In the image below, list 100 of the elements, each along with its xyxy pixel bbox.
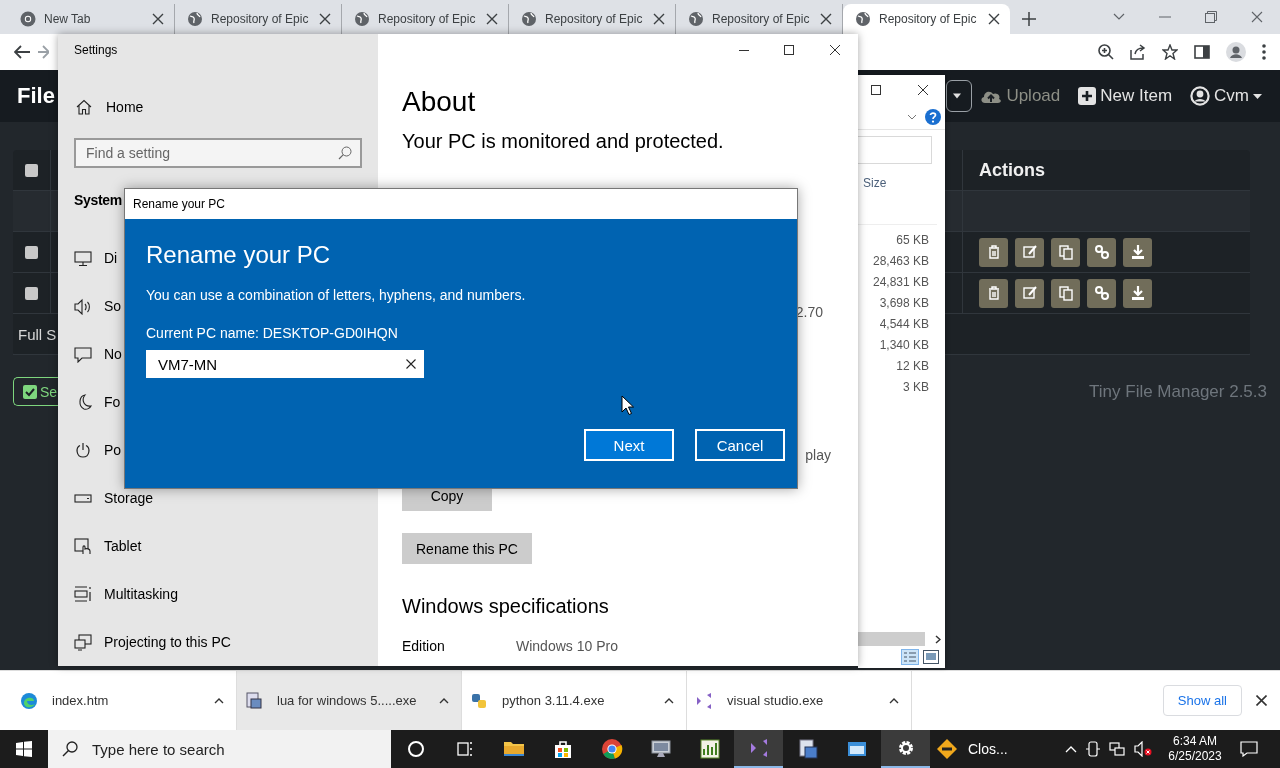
home-link[interactable]: Home bbox=[74, 86, 362, 128]
scroll-right-icon[interactable] bbox=[935, 634, 941, 644]
side-panel-icon[interactable] bbox=[1194, 45, 1210, 59]
action-button[interactable] bbox=[1015, 278, 1044, 308]
clock[interactable]: 6:34 AM 6/25/2023 bbox=[1165, 734, 1225, 764]
close-icon[interactable] bbox=[653, 13, 665, 25]
maximize-icon[interactable] bbox=[871, 85, 881, 95]
next-button[interactable]: Next bbox=[584, 429, 674, 461]
nav-link[interactable]: New Item bbox=[1078, 86, 1173, 106]
section-title: Windows specifications bbox=[402, 595, 610, 618]
action-button[interactable] bbox=[1051, 278, 1080, 308]
installer-icon bbox=[245, 691, 263, 710]
rename-button[interactable]: Rename this PC bbox=[402, 533, 532, 564]
close-icon[interactable] bbox=[152, 13, 164, 25]
checkbox[interactable] bbox=[25, 163, 38, 177]
help-icon[interactable] bbox=[925, 109, 941, 125]
close-icon[interactable] bbox=[820, 13, 832, 25]
windows-logo-icon[interactable] bbox=[16, 741, 32, 757]
settings-nav-item[interactable]: Tablet bbox=[74, 522, 142, 570]
settings-nav-item[interactable]: Po bbox=[74, 426, 122, 474]
description-text: You can use a combination of letters, hyphens, and numbers. bbox=[146, 287, 527, 303]
close-icon[interactable] bbox=[988, 13, 1000, 25]
close-icon[interactable] bbox=[917, 84, 929, 96]
file-size: 24,831 KB bbox=[871, 274, 929, 291]
network-icon[interactable] bbox=[1109, 741, 1125, 757]
maximize-icon[interactable] bbox=[784, 45, 794, 55]
close-icon[interactable] bbox=[486, 13, 498, 25]
zoom-icon[interactable] bbox=[1098, 44, 1114, 60]
action-button[interactable] bbox=[1087, 278, 1116, 308]
column-header: Actions bbox=[979, 159, 1045, 181]
restore-icon[interactable] bbox=[1205, 11, 1217, 23]
dropdown-button[interactable] bbox=[946, 80, 973, 112]
user-circle-icon bbox=[1190, 86, 1211, 106]
settings-nav-item[interactable]: Storage bbox=[74, 474, 154, 522]
caret-up-icon[interactable] bbox=[889, 697, 899, 704]
action-button[interactable] bbox=[1087, 237, 1116, 267]
nav-link[interactable]: Cvm bbox=[1190, 86, 1262, 106]
caret-up-icon[interactable] bbox=[439, 697, 449, 704]
plus-icon[interactable] bbox=[1022, 12, 1036, 26]
checkbox[interactable] bbox=[25, 286, 38, 300]
volume-muted-icon[interactable] bbox=[1134, 741, 1152, 757]
chart-icon bbox=[698, 738, 721, 760]
action-button[interactable] bbox=[1015, 237, 1044, 267]
scrollbar-thumb[interactable] bbox=[858, 632, 925, 646]
back-arrow-icon[interactable] bbox=[14, 45, 30, 59]
monitor-icon bbox=[649, 738, 672, 760]
search-field[interactable]: Find a setting bbox=[74, 138, 362, 168]
caret-up-icon[interactable] bbox=[664, 697, 674, 704]
action-button[interactable] bbox=[1123, 237, 1152, 267]
clear-icon[interactable] bbox=[406, 359, 416, 369]
star-icon[interactable] bbox=[1162, 44, 1178, 60]
checkbox[interactable] bbox=[25, 245, 38, 259]
close-icon[interactable] bbox=[319, 13, 331, 25]
settings-nav-item[interactable]: So bbox=[74, 282, 122, 330]
device-icon[interactable] bbox=[1086, 741, 1100, 757]
close-icon[interactable] bbox=[829, 44, 841, 56]
more-icon[interactable] bbox=[1262, 44, 1266, 60]
text-input[interactable]: Find a setting bbox=[86, 140, 338, 166]
settings-nav-item[interactable]: Multitasking bbox=[74, 570, 178, 618]
weather-widget[interactable]: Clos... bbox=[936, 738, 1016, 760]
show-all-button[interactable]: Show all bbox=[1162, 685, 1242, 716]
chevron-up-icon[interactable] bbox=[1065, 745, 1077, 753]
cortana-icon[interactable] bbox=[406, 740, 425, 758]
task-view-icon[interactable] bbox=[455, 740, 474, 758]
file-size: 12 KB bbox=[895, 358, 929, 375]
action-button[interactable] bbox=[1051, 237, 1080, 267]
globe-icon bbox=[354, 11, 370, 27]
close-icon[interactable] bbox=[1256, 695, 1267, 706]
settings-nav-item[interactable]: Di bbox=[74, 234, 118, 282]
caret-up-icon[interactable] bbox=[214, 697, 224, 704]
forward-arrow-icon[interactable] bbox=[38, 45, 49, 59]
cancel-button[interactable]: Cancel bbox=[695, 429, 785, 461]
file-name: visual studio.exe bbox=[727, 693, 825, 708]
globe-icon bbox=[187, 11, 203, 27]
preview-view-icon[interactable] bbox=[923, 650, 939, 664]
share-icon[interactable] bbox=[1130, 44, 1146, 60]
search-field[interactable]: Type here to search bbox=[48, 730, 391, 768]
file-size: 65 KB bbox=[895, 232, 929, 249]
settings-nav-item[interactable]: Fo bbox=[74, 378, 121, 426]
spec-label: Edition bbox=[402, 638, 446, 654]
browser-tab[interactable]: Repository of Epic bbox=[843, 4, 1010, 34]
brand-title[interactable]: File bbox=[17, 83, 55, 109]
taskbar-app[interactable] bbox=[881, 730, 930, 768]
minimize-icon[interactable] bbox=[739, 49, 749, 51]
globe-icon bbox=[688, 11, 704, 27]
settings-nav-item[interactable]: No bbox=[74, 330, 122, 378]
tablet-icon bbox=[74, 537, 92, 555]
chevron-down-icon[interactable] bbox=[1113, 13, 1125, 21]
download-item[interactable]: lua for windows 5.....exe bbox=[237, 671, 462, 730]
column-header[interactable]: Size bbox=[863, 176, 887, 190]
projecting-icon bbox=[74, 633, 92, 651]
text-input[interactable]: Type here to search bbox=[92, 730, 332, 768]
action-button[interactable] bbox=[979, 237, 1008, 267]
settings-nav-item[interactable]: Projecting to this PC bbox=[74, 618, 231, 666]
installer-icon bbox=[796, 738, 819, 760]
chevron-down-icon[interactable] bbox=[907, 114, 917, 120]
action-button[interactable] bbox=[979, 278, 1008, 308]
profile-icon[interactable] bbox=[1226, 42, 1246, 62]
action-button[interactable] bbox=[1123, 278, 1152, 308]
notification-icon[interactable] bbox=[1240, 741, 1258, 757]
